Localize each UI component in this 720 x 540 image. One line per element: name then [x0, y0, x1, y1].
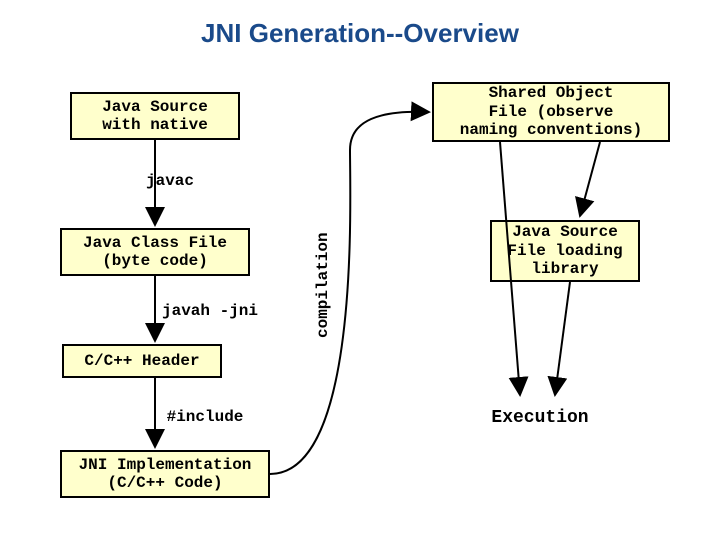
box-java-class-file: Java Class File(byte code)	[60, 228, 250, 276]
label-execution: Execution	[480, 408, 600, 428]
label-javac: javac	[130, 172, 210, 190]
box-jni-impl: JNI Implementation(C/C++ Code)	[60, 450, 270, 498]
label-javah: javah -jni	[140, 302, 280, 320]
label-include: #include	[150, 408, 260, 426]
box-shared-object: Shared ObjectFile (observenaming convent…	[432, 82, 670, 142]
box-java-source-native: Java Sourcewith native	[70, 92, 240, 140]
page-title: JNI Generation--Overview	[0, 18, 720, 49]
label-compilation: compilation	[314, 218, 332, 338]
box-header: C/C++ Header	[62, 344, 222, 378]
box-java-source-loading: Java SourceFile loadinglibrary	[490, 220, 640, 282]
